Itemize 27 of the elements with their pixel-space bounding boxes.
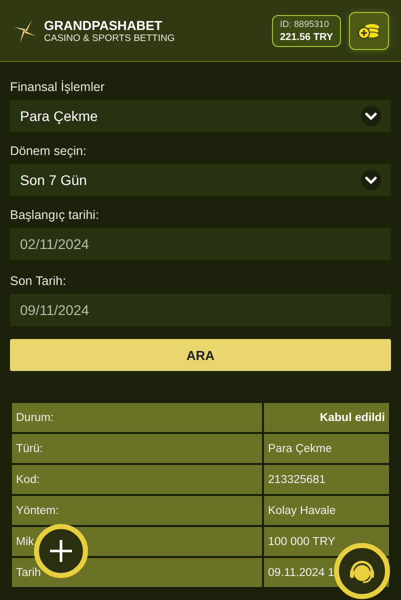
chevron-down-icon (361, 170, 381, 190)
account-id: ID: 8895310 (280, 18, 330, 28)
brand-tagline: CASINO & SPORTS BETTING (44, 32, 175, 44)
chevron-down-icon (361, 106, 381, 126)
field-label: Dönem seçin: (10, 144, 88, 158)
field-label: Başlangıç tarihi: (10, 208, 100, 222)
coins-icon (357, 22, 381, 40)
deposit-button[interactable] (349, 12, 389, 50)
table-cell: Durum: (12, 403, 262, 432)
field-label: Finansal İşlemler (10, 80, 106, 94)
table-cell: Kolay Havale (264, 496, 389, 525)
table-cell: Türü: (12, 434, 262, 463)
search-button[interactable]: ARA (10, 339, 391, 371)
date-field[interactable]: 02/11/2024 (10, 228, 391, 260)
table-cell: Kod: (12, 465, 262, 494)
dropdown-select[interactable]: Para Çekme (10, 100, 391, 132)
brand-name: GRANDPASHABET (44, 18, 164, 32)
balance-amount: 221.56 TRY (280, 32, 333, 42)
table-cell: Kabul edildi (264, 403, 389, 432)
table-cell: Yöntem: (12, 496, 262, 525)
plus-icon (49, 539, 73, 563)
account-balance-panel[interactable]: ID: 8895310 221.56 TRY (272, 14, 341, 46)
table-cell: Para Çekme (264, 434, 389, 463)
dropdown-select[interactable]: Son 7 Gün (10, 164, 391, 196)
table-cell: 213325681 (264, 465, 389, 494)
date-field[interactable]: 09/11/2024 (10, 294, 391, 326)
field-label: Son Tarih: (10, 274, 68, 288)
